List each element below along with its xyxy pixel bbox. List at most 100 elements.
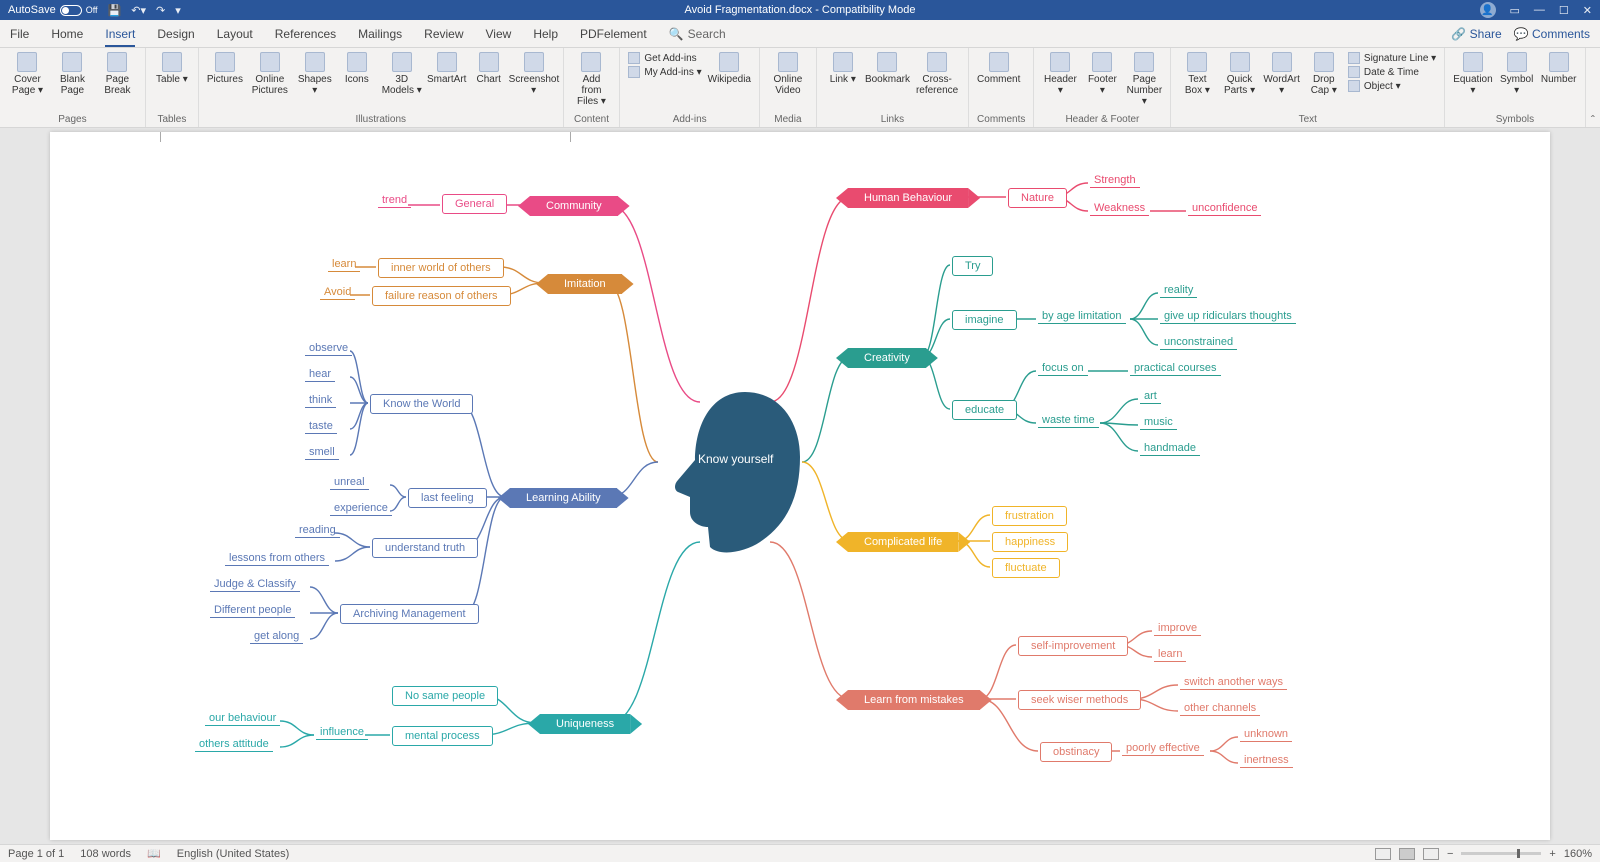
ribbon-button-pictures[interactable]: Pictures xyxy=(207,52,243,85)
ribbon-label: Chart xyxy=(476,74,500,85)
ribbon-button-page-break[interactable]: Page Break xyxy=(98,52,137,96)
ribbon-item[interactable]: My Add-ins ▾ xyxy=(628,66,701,78)
ribbon-button-footer-[interactable]: Footer ▾ xyxy=(1084,52,1120,96)
node-archiving: Archiving Management xyxy=(340,604,479,624)
ribbon-button-text-box-[interactable]: Text Box ▾ xyxy=(1179,52,1215,96)
node-no-same: No same people xyxy=(392,686,498,706)
branch-creativity: Creativity xyxy=(848,348,926,368)
node-imagine: imagine xyxy=(952,310,1017,330)
save-icon[interactable]: 💾 xyxy=(108,4,122,17)
undo-icon[interactable]: ↶▾ xyxy=(131,4,146,17)
ribbon-label: Screenshot ▾ xyxy=(509,74,559,96)
tab-home[interactable]: Home xyxy=(51,27,83,41)
ribbon-icon xyxy=(778,52,798,72)
ribbon-display-icon[interactable]: ▭ xyxy=(1510,4,1520,17)
comments-button[interactable]: 💬 Comments xyxy=(1514,27,1590,41)
ribbon-button-table-[interactable]: Table ▾ xyxy=(154,52,190,85)
tab-design[interactable]: Design xyxy=(157,27,194,41)
user-avatar-icon[interactable]: 👤 xyxy=(1480,2,1496,18)
ribbon-icon xyxy=(524,52,544,72)
ribbon-button--d-models-[interactable]: 3D Models ▾ xyxy=(381,52,423,96)
ribbon-label: Page Break xyxy=(98,74,137,96)
ribbon-button-blank-page[interactable]: Blank Page xyxy=(53,52,92,96)
leaf-handmade: handmade xyxy=(1140,442,1200,456)
maximize-icon[interactable]: ☐ xyxy=(1559,4,1569,17)
zoom-out-icon[interactable]: − xyxy=(1447,848,1453,860)
ribbon-button-wikipedia[interactable]: Wikipedia xyxy=(708,52,751,85)
tab-mailings[interactable]: Mailings xyxy=(358,27,402,41)
ribbon-button-drop-cap-[interactable]: Drop Cap ▾ xyxy=(1306,52,1342,96)
page-indicator[interactable]: Page 1 of 1 xyxy=(8,848,64,860)
tab-file[interactable]: File xyxy=(10,27,29,41)
ribbon-label: 3D Models ▾ xyxy=(381,74,423,96)
view-read-icon[interactable] xyxy=(1375,848,1391,860)
ribbon-button-add-from-files-[interactable]: Add from Files ▾ xyxy=(572,52,612,107)
tab-review[interactable]: Review xyxy=(424,27,463,41)
ribbon-button-smartart[interactable]: SmartArt xyxy=(429,52,465,85)
search-box[interactable]: 🔍 Search xyxy=(669,27,726,41)
ribbon-item[interactable]: Get Add-ins xyxy=(628,52,701,64)
ribbon-button-online-pictures[interactable]: Online Pictures xyxy=(249,52,291,96)
ribbon-button-symbol-[interactable]: Symbol ▾ xyxy=(1499,52,1535,96)
tab-layout[interactable]: Layout xyxy=(217,27,253,41)
ribbon-button-quick-parts-[interactable]: Quick Parts ▾ xyxy=(1221,52,1257,96)
branch-human: Human Behaviour xyxy=(848,188,968,208)
ribbon-button-icons[interactable]: Icons xyxy=(339,52,375,85)
qat-more-icon[interactable]: ▾ xyxy=(175,4,181,17)
spellcheck-icon[interactable]: 📖 xyxy=(147,847,161,860)
ribbon-button-cross-reference[interactable]: Cross-reference xyxy=(914,52,960,96)
close-icon[interactable]: ✕ xyxy=(1583,4,1592,17)
zoom-level[interactable]: 160% xyxy=(1564,848,1592,860)
word-count[interactable]: 108 words xyxy=(80,848,131,860)
text-icon xyxy=(1348,66,1360,78)
language-indicator[interactable]: English (United States) xyxy=(177,848,290,860)
node-general: General xyxy=(442,194,507,214)
ribbon-button-wordart-[interactable]: WordArt ▾ xyxy=(1264,52,1300,96)
ribbon-button-number[interactable]: Number xyxy=(1541,52,1577,85)
ribbon-item[interactable]: Signature Line ▾ xyxy=(1348,52,1436,64)
view-web-icon[interactable] xyxy=(1423,848,1439,860)
zoom-slider[interactable] xyxy=(1461,852,1541,855)
ribbon-button-shapes-[interactable]: Shapes ▾ xyxy=(297,52,333,96)
ribbon-label: Drop Cap ▾ xyxy=(1306,74,1342,96)
ribbon-item[interactable]: Date & Time xyxy=(1348,66,1436,78)
tab-insert[interactable]: Insert xyxy=(105,27,135,47)
node-understand-truth: understand truth xyxy=(372,538,478,558)
ribbon-button-header-[interactable]: Header ▾ xyxy=(1042,52,1078,96)
ribbon-icon xyxy=(392,52,412,72)
leaf-weakness: Weakness xyxy=(1090,202,1149,216)
ribbon-button-equation-[interactable]: Equation ▾ xyxy=(1453,52,1492,96)
node-nature: Nature xyxy=(1008,188,1067,208)
ribbon-button-cover-page-[interactable]: Cover Page ▾ xyxy=(8,52,47,96)
share-button[interactable]: 🔗 Share xyxy=(1451,27,1501,41)
ribbon-button-screenshot-[interactable]: Screenshot ▾ xyxy=(513,52,555,96)
tab-view[interactable]: View xyxy=(486,27,512,41)
tab-help[interactable]: Help xyxy=(533,27,558,41)
ribbon-label: Online Video xyxy=(768,74,808,96)
node-mental: mental process xyxy=(392,726,493,746)
ribbon-icon xyxy=(62,52,82,72)
ruler-mark xyxy=(570,132,571,142)
ribbon-button-chart[interactable]: Chart xyxy=(471,52,507,85)
ribbon-icon xyxy=(1134,52,1154,72)
leaf-taste: taste xyxy=(305,420,337,434)
ribbon-button-page-number-[interactable]: Page Number ▾ xyxy=(1126,52,1162,107)
zoom-in-icon[interactable]: + xyxy=(1549,848,1555,860)
ribbon-icon xyxy=(1187,52,1207,72)
redo-icon[interactable]: ↷ xyxy=(156,4,165,17)
leaf-art: art xyxy=(1140,390,1161,404)
ribbon-button-online-video[interactable]: Online Video xyxy=(768,52,808,96)
ribbon-item[interactable]: Object ▾ xyxy=(1348,80,1436,92)
ribbon-label: Pictures xyxy=(207,74,243,85)
node-know-world: Know the World xyxy=(370,394,473,414)
ribbon-button-link-[interactable]: Link ▾ xyxy=(825,52,861,85)
ribbon-button-bookmark[interactable]: Bookmark xyxy=(867,52,908,85)
ribbon-button-comment[interactable]: Comment xyxy=(977,52,1020,85)
minimize-icon[interactable]: — xyxy=(1534,4,1545,16)
view-print-icon[interactable] xyxy=(1399,848,1415,860)
tab-pdfelement[interactable]: PDFelement xyxy=(580,27,647,41)
autosave-toggle[interactable]: AutoSave Off xyxy=(8,4,98,16)
ribbon-collapse-icon[interactable]: ˆ xyxy=(1586,48,1600,127)
tab-references[interactable]: References xyxy=(275,27,336,41)
leaf-trend: trend xyxy=(378,194,411,208)
